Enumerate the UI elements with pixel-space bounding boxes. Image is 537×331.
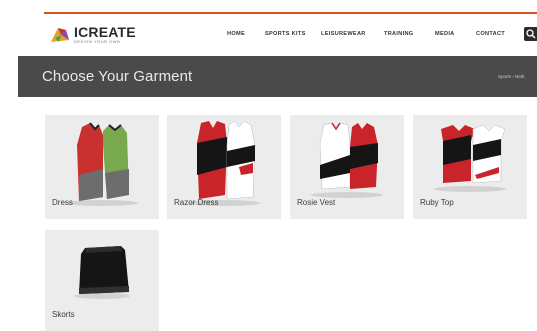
page-banner: Choose Your Garment Sports › Netb [18,56,537,97]
nav-leisurewear[interactable]: LEISUREWEAR [321,31,366,37]
nav-training[interactable]: TRAINING [384,31,413,37]
garment-label: Rosie Vest [297,198,336,207]
nav-sports-kits[interactable]: SPORTS KITS [265,31,306,37]
site-header: ICREATE DESIGN YOUR OWN HOME SPORTS KITS… [0,14,537,55]
garment-card-dress[interactable]: Dress [45,115,159,219]
garment-label: Razor Dress [174,198,219,207]
garment-card-skorts[interactable]: Skorts [45,230,159,331]
page-title: Choose Your Garment [42,68,193,85]
search-icon [526,29,536,39]
garment-card-ruby-top[interactable]: Ruby Top [413,115,527,219]
garment-label: Dress [52,198,73,207]
garment-card-rosie-vest[interactable]: Rosie Vest [290,115,404,219]
search-button[interactable] [524,27,537,41]
nav-contact[interactable]: CONTACT [476,31,505,37]
garment-label: Skorts [52,310,75,319]
garment-label: Ruby Top [420,198,454,207]
nav-media[interactable]: MEDIA [435,31,455,37]
nav-home[interactable]: HOME [227,31,245,37]
garment-card-razor-dress[interactable]: Razor Dress [167,115,281,219]
breadcrumb[interactable]: Sports › Netb [498,74,525,79]
main-nav: HOME SPORTS KITS LEISUREWEAR TRAINING ME… [0,31,537,43]
